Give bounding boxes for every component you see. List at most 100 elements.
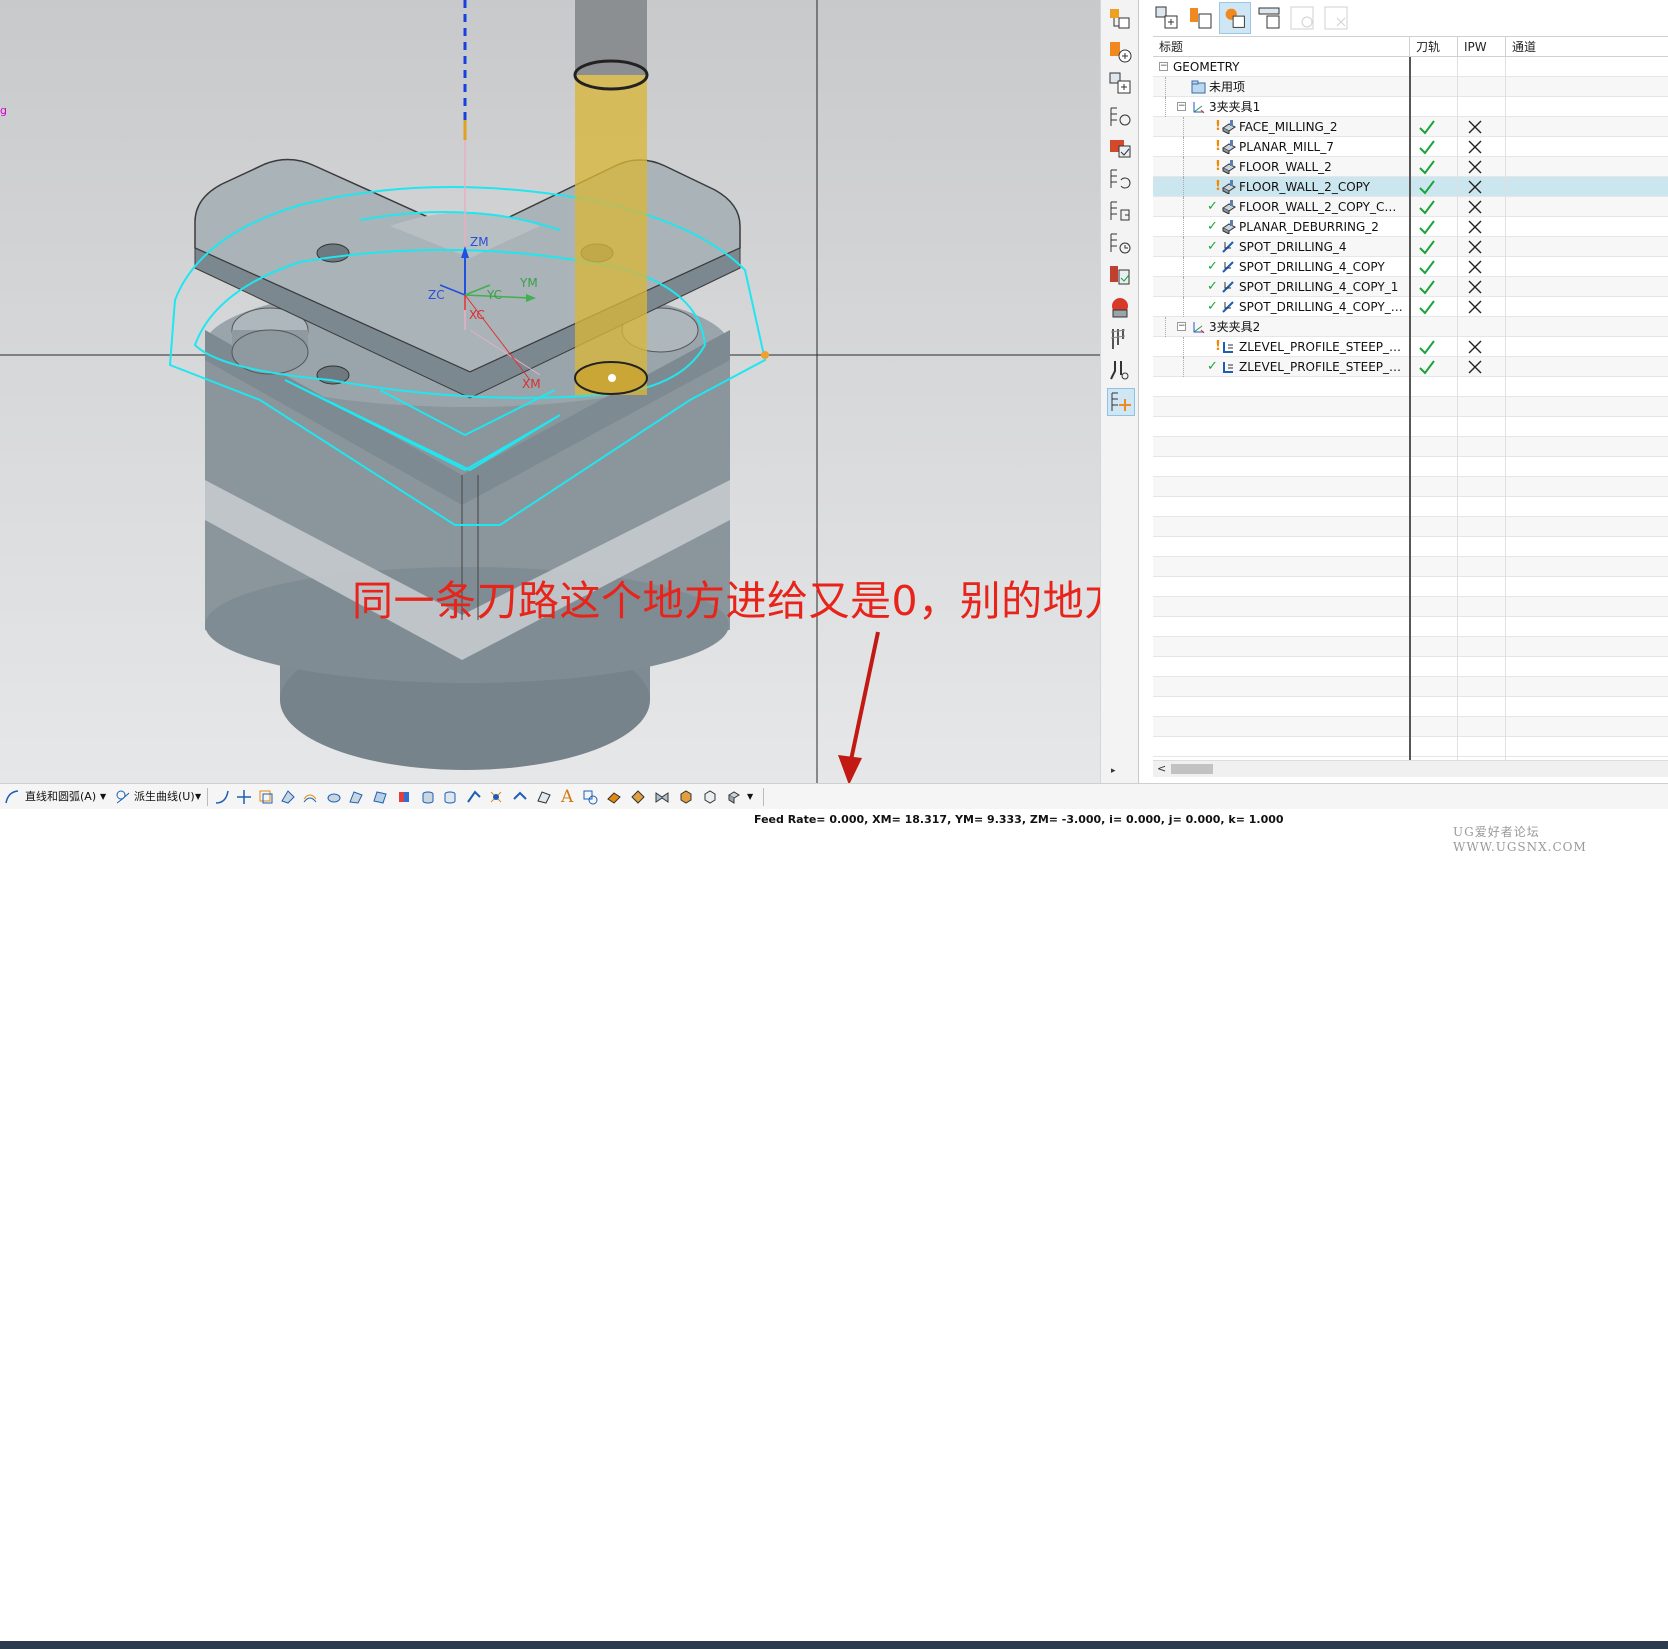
tree-node[interactable]: ! FACE_MILLING_2 bbox=[1153, 117, 1421, 137]
drill-node-icon bbox=[1222, 241, 1234, 253]
sew-icon[interactable] bbox=[512, 789, 528, 805]
complete-status-icon: ✓ bbox=[1207, 259, 1218, 274]
unfold-icon[interactable] bbox=[654, 789, 670, 805]
scroll-left-icon[interactable]: < bbox=[1157, 761, 1166, 777]
column-header-title[interactable]: 标题 bbox=[1153, 37, 1409, 57]
resource-bar-scroll-arrow[interactable]: ▸ bbox=[1111, 766, 1116, 776]
expand-collapse-toggle[interactable]: − bbox=[1177, 102, 1186, 111]
node-label: SPOT_DRILLING_4 bbox=[1239, 240, 1347, 254]
program-order-icon[interactable] bbox=[1107, 104, 1133, 130]
tree-node[interactable]: ! ZLEVEL_PROFILE_STEEP_3_C... bbox=[1153, 337, 1421, 357]
tree-node[interactable]: − 3夹夹具2 bbox=[1153, 317, 1421, 337]
chevron-down-icon[interactable]: ▼ bbox=[747, 784, 753, 810]
feature-icon[interactable] bbox=[1107, 198, 1133, 224]
blend-icon[interactable] bbox=[466, 789, 482, 805]
complete-status-icon: ✓ bbox=[1207, 299, 1218, 314]
annotation-text: 同一条刀路这个地方进给又是0，别的地方又正常 bbox=[352, 577, 1100, 625]
tree-node[interactable]: ! PLANAR_MILL_7 bbox=[1153, 137, 1421, 157]
more-solids-icon[interactable] bbox=[726, 789, 742, 805]
face-icon[interactable] bbox=[606, 789, 622, 805]
zc-label: ZC bbox=[428, 288, 445, 302]
derived-curve-menu[interactable]: 派生曲线(U) bbox=[134, 784, 195, 810]
mesh-icon[interactable] bbox=[396, 789, 412, 805]
title-column-divider bbox=[1409, 57, 1411, 761]
zm-label: ZM bbox=[470, 235, 489, 249]
cylinder2-icon[interactable] bbox=[442, 789, 458, 805]
ipw-x-icon bbox=[1465, 177, 1485, 197]
derived-curve-icon[interactable] bbox=[115, 789, 131, 805]
point-icon[interactable] bbox=[236, 789, 252, 805]
node-label: FLOOR_WALL_2_COPY_COPY bbox=[1239, 200, 1405, 214]
toolpath-start-point bbox=[761, 351, 769, 359]
text-icon[interactable]: A bbox=[561, 784, 573, 810]
node-label: 3夹夹具2 bbox=[1209, 320, 1261, 334]
revolve-icon[interactable] bbox=[302, 789, 318, 805]
node-label: SPOT_DRILLING_4_COPY bbox=[1239, 260, 1385, 274]
ipw-icon[interactable] bbox=[1107, 166, 1133, 192]
patch-icon[interactable] bbox=[536, 789, 552, 805]
method-view-icon[interactable] bbox=[1107, 134, 1133, 160]
chevron-down-icon[interactable]: ▼ bbox=[100, 784, 106, 810]
tree-node[interactable]: ✓ SPOT_DRILLING_4_COPY_CO... bbox=[1153, 297, 1421, 317]
offset-curve-icon[interactable] bbox=[258, 789, 274, 805]
block-icon[interactable] bbox=[678, 789, 694, 805]
tree-node[interactable]: ✓ SPOT_DRILLING_4_COPY_1 bbox=[1153, 277, 1421, 297]
toolpath-check-icon bbox=[1417, 277, 1437, 297]
chevron-down-icon[interactable]: ▼ bbox=[195, 784, 201, 810]
scroll-thumb[interactable] bbox=[1171, 764, 1213, 774]
ipw-x-icon bbox=[1465, 137, 1485, 157]
tree-node[interactable]: ! FLOOR_WALL_2_COPY bbox=[1153, 177, 1421, 197]
arc-icon[interactable] bbox=[4, 789, 20, 805]
process-icon[interactable] bbox=[1107, 230, 1133, 256]
trim-icon[interactable] bbox=[488, 789, 504, 805]
tree-node[interactable]: ✓ SPOT_DRILLING_4 bbox=[1153, 237, 1421, 257]
expand-collapse-toggle[interactable]: − bbox=[1159, 62, 1168, 71]
ipw-x-icon bbox=[1465, 157, 1485, 177]
column-header-ipw[interactable]: IPW bbox=[1457, 37, 1505, 57]
pattern-icon[interactable] bbox=[582, 789, 598, 805]
extrude-icon[interactable] bbox=[280, 789, 296, 805]
tree-node[interactable]: − GEOMETRY bbox=[1153, 57, 1421, 77]
column-header-channel[interactable]: 通道 bbox=[1505, 37, 1668, 57]
toolpath-check-icon bbox=[1417, 137, 1437, 157]
box-icon[interactable] bbox=[702, 789, 718, 805]
drill-node-icon bbox=[1222, 301, 1234, 313]
active-operation-navigator-icon[interactable] bbox=[1107, 388, 1135, 416]
line-and-arc-menu[interactable]: 直线和圆弧(A) bbox=[25, 784, 96, 810]
geometry-view-icon[interactable] bbox=[1107, 70, 1133, 96]
tree-node[interactable]: ✓ SPOT_DRILLING_4_COPY bbox=[1153, 257, 1421, 277]
tree-node[interactable]: 未用项 bbox=[1153, 77, 1421, 97]
tool-library-icon[interactable] bbox=[1107, 326, 1133, 352]
machining-method-view-icon[interactable] bbox=[1253, 2, 1285, 34]
cursor-status-readout: Feed Rate= 0.000, XM= 18.317, YM= 9.333,… bbox=[754, 813, 1284, 826]
mill-node-icon bbox=[1222, 160, 1236, 174]
tree-node[interactable]: ✓ FLOOR_WALL_2_COPY_COPY bbox=[1153, 197, 1421, 217]
history-icon[interactable] bbox=[1107, 262, 1133, 288]
through-curves-icon[interactable] bbox=[372, 789, 388, 805]
machine-tool-icon[interactable] bbox=[1107, 38, 1133, 64]
tree-node[interactable]: ✓ ZLEVEL_PROFILE_STEEP_3_C... bbox=[1153, 357, 1421, 377]
sweep-icon[interactable] bbox=[326, 789, 342, 805]
node-label: GEOMETRY bbox=[1173, 60, 1240, 74]
simulation-icon[interactable] bbox=[1107, 294, 1133, 320]
program-order-view-icon[interactable] bbox=[1151, 2, 1183, 34]
toolpath-check-icon bbox=[1417, 157, 1437, 177]
curve-icon[interactable] bbox=[214, 789, 230, 805]
operation-navigator-icon[interactable] bbox=[1107, 6, 1133, 32]
tree-node[interactable]: ! FLOOR_WALL_2 bbox=[1153, 157, 1421, 177]
tree-node[interactable]: − 3夹夹具1 bbox=[1153, 97, 1421, 117]
node-label: ZLEVEL_PROFILE_STEEP_3_C... bbox=[1239, 340, 1405, 354]
cylinder-icon[interactable] bbox=[420, 789, 436, 805]
tree-node[interactable]: ✓ PLANAR_DEBURRING_2 bbox=[1153, 217, 1421, 237]
column-header-toolpath[interactable]: 刀轨 bbox=[1409, 37, 1457, 57]
machine-tool-view-icon[interactable] bbox=[1185, 2, 1217, 34]
horizontal-scrollbar[interactable]: < bbox=[1153, 760, 1668, 777]
part-model-scene: ZM ZC YC YM XC XM bbox=[0, 0, 1100, 783]
chamfer-icon[interactable] bbox=[630, 789, 646, 805]
reuse-icon[interactable] bbox=[1107, 358, 1133, 384]
ruled-icon[interactable] bbox=[348, 789, 364, 805]
graphics-viewport[interactable]: ZM ZC YC YM XC XM g 同一条刀路这个地方进给又是0，别的地方又… bbox=[0, 0, 1100, 783]
geometry-view-icon[interactable] bbox=[1219, 2, 1251, 34]
expand-collapse-toggle[interactable]: − bbox=[1177, 322, 1186, 331]
ipw-x-icon bbox=[1465, 117, 1485, 137]
